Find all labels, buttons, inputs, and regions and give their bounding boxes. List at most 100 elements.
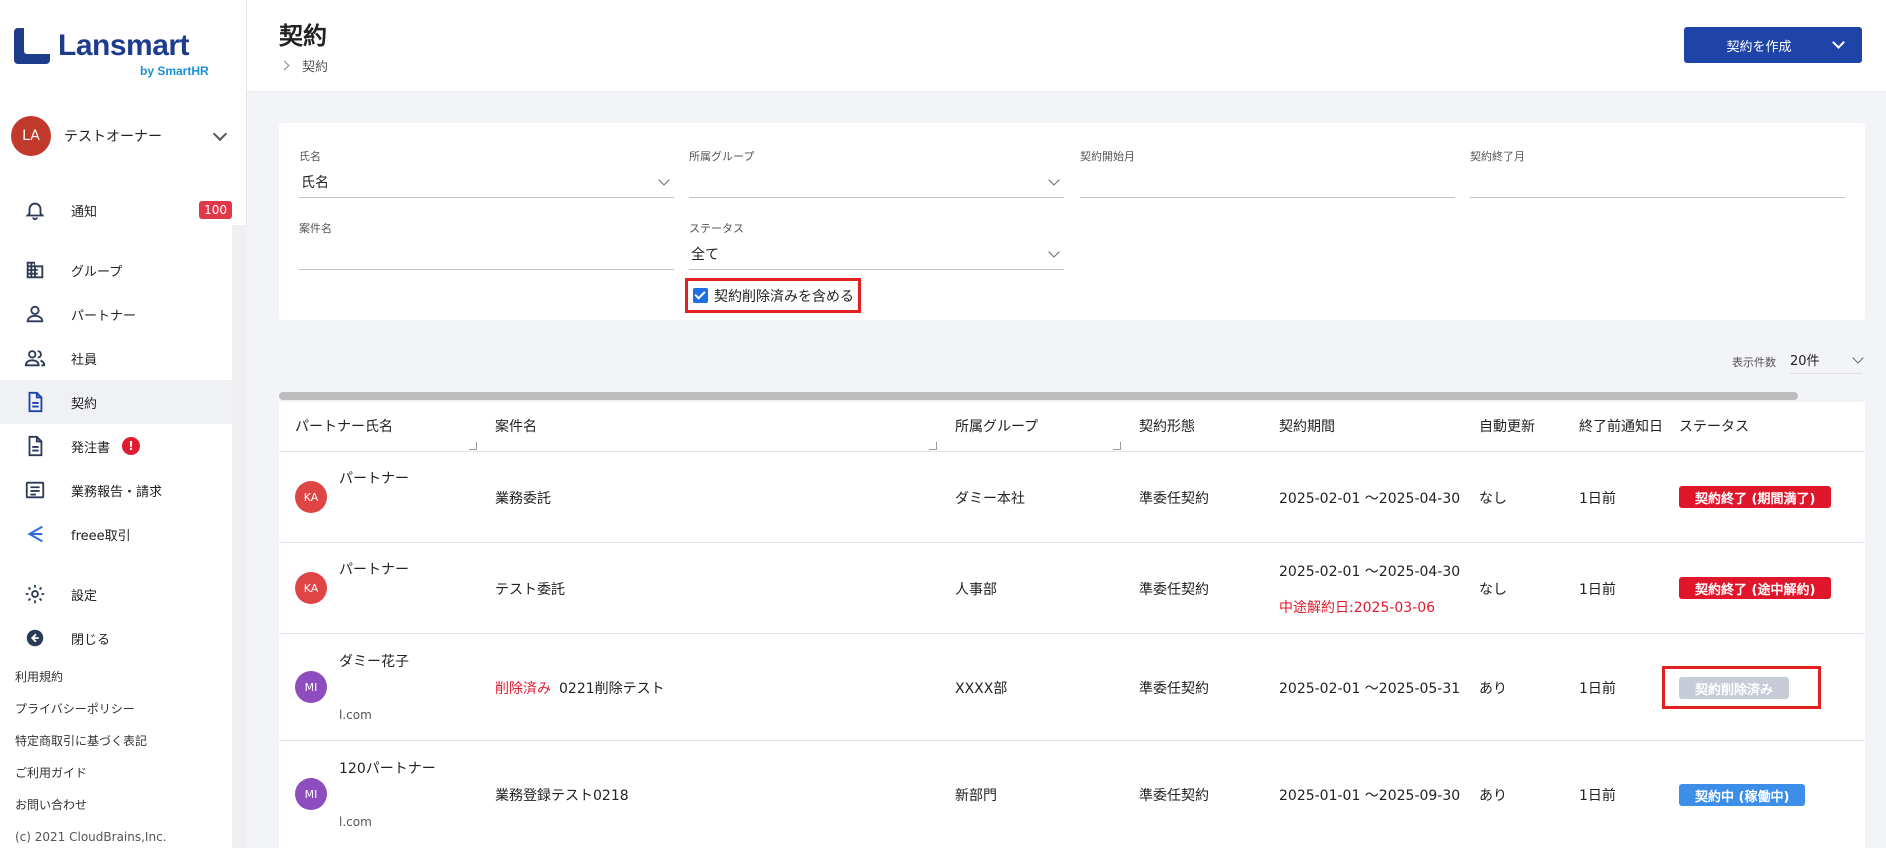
end-month-filter[interactable]: 契約終了月 bbox=[1470, 148, 1845, 198]
group-name: ダミー本社 bbox=[955, 491, 1025, 507]
chevron-down-icon[interactable] bbox=[1832, 36, 1845, 49]
status-filter[interactable]: ステータス 全て bbox=[689, 220, 1064, 270]
group-select[interactable] bbox=[689, 166, 1064, 198]
footer-link-contact[interactable]: お問い合わせ bbox=[15, 796, 147, 828]
include-deleted-checkbox[interactable]: 契約削除済みを含める bbox=[685, 278, 861, 313]
sidebar-item-label: 発注書 bbox=[71, 440, 111, 456]
sidebar-nav: 通知 100 グループ パートナー 社員 契約 発注書 ! 業務報告・請求 fr… bbox=[0, 188, 232, 660]
sidebar-item-label: freee取引 bbox=[71, 528, 131, 544]
include-deleted-label: 契約削除済みを含める bbox=[714, 288, 854, 305]
sidebar-item-label: 設定 bbox=[71, 588, 98, 604]
page-header: 契約 契約 契約を作成 bbox=[247, 0, 1886, 92]
column-header-period[interactable]: 契約期間 bbox=[1279, 416, 1335, 436]
sidebar-item-partners[interactable]: パートナー bbox=[0, 292, 232, 336]
partner-name[interactable]: パートナー bbox=[339, 559, 409, 579]
sidebar-item-reports[interactable]: 業務報告・請求 bbox=[0, 468, 232, 512]
sidebar-item-employees[interactable]: 社員 bbox=[0, 336, 232, 380]
partner-email: l.com bbox=[339, 708, 372, 722]
sidebar-item-notifications[interactable]: 通知 100 bbox=[0, 188, 232, 232]
notice-day: 1日前 bbox=[1579, 491, 1616, 507]
start-month-input[interactable] bbox=[1080, 166, 1455, 198]
table-row[interactable]: KA パートナー 業務委託 ダミー本社 準委任契約 2025-02-01 〜20… bbox=[279, 452, 1865, 543]
sidebar-item-close[interactable]: 閉じる bbox=[0, 616, 232, 660]
avatar: KA bbox=[295, 481, 327, 513]
lansmart-logo[interactable]: Lansmart bbox=[14, 28, 190, 64]
gear-icon bbox=[24, 583, 46, 605]
project-name[interactable]: 業務登録テスト0218 bbox=[495, 785, 629, 805]
project-input[interactable] bbox=[299, 238, 674, 270]
create-contract-button[interactable]: 契約を作成 bbox=[1684, 27, 1862, 63]
chevron-down-icon[interactable] bbox=[212, 126, 228, 142]
table-row[interactable]: MI ダミー花子 l.com 削除済み 0221削除テスト XXXX部 準委任契… bbox=[279, 634, 1865, 741]
sidebar-item-label: 通知 bbox=[71, 204, 98, 220]
column-resize-handle[interactable] bbox=[1113, 442, 1121, 450]
person-icon bbox=[24, 303, 46, 325]
auto-renew: あり bbox=[1479, 681, 1507, 697]
table-horizontal-scrollbar[interactable] bbox=[279, 392, 1798, 400]
freee-icon bbox=[24, 523, 46, 545]
sidebar-item-label: パートナー bbox=[71, 308, 137, 324]
footer-link-commerce[interactable]: 特定商取引に基づく表記 bbox=[15, 732, 147, 764]
project-filter[interactable]: 案件名 bbox=[299, 220, 674, 270]
column-resize-handle[interactable] bbox=[469, 442, 477, 450]
name-filter[interactable]: 氏名 氏名 bbox=[299, 148, 674, 198]
status-badge: 契約削除済み bbox=[1679, 677, 1790, 699]
partner-name[interactable]: 120パートナー bbox=[339, 758, 436, 778]
partner-name[interactable]: パートナー bbox=[339, 468, 409, 488]
partner-email: l.com bbox=[339, 815, 372, 829]
group-filter[interactable]: 所属グループ bbox=[689, 148, 1064, 198]
status-select[interactable]: 全て bbox=[689, 238, 1064, 270]
column-header-status[interactable]: ステータス bbox=[1679, 416, 1749, 436]
contract-type: 準委任契約 bbox=[1139, 788, 1209, 804]
column-header-notice[interactable]: 終了前通知日 bbox=[1579, 416, 1663, 436]
per-page-control[interactable]: 表示件数 20件 bbox=[1732, 350, 1864, 374]
name-select[interactable]: 氏名 bbox=[299, 166, 674, 198]
table-row[interactable]: MI 120パートナー l.com 業務登録テスト0218 新部門 準委任契約 … bbox=[279, 741, 1865, 848]
auto-renew: なし bbox=[1479, 582, 1507, 598]
chevron-right-icon bbox=[279, 60, 290, 71]
footer-link-guide[interactable]: ご利用ガイド bbox=[15, 764, 147, 796]
partner-name[interactable]: ダミー花子 bbox=[339, 651, 409, 671]
column-header-auto-renew[interactable]: 自動更新 bbox=[1479, 416, 1535, 436]
notification-count-badge: 100 bbox=[199, 201, 232, 219]
sidebar-item-orders[interactable]: 発注書 ! bbox=[0, 424, 232, 468]
per-page-select[interactable]: 20件 bbox=[1790, 350, 1864, 374]
chevron-down-icon bbox=[1048, 173, 1060, 186]
project-name[interactable]: テスト委託 bbox=[495, 579, 565, 599]
people-icon bbox=[24, 347, 46, 369]
column-header-type[interactable]: 契約形態 bbox=[1139, 416, 1195, 436]
sidebar-item-settings[interactable]: 設定 bbox=[0, 572, 232, 616]
name-select-value: 氏名 bbox=[301, 174, 329, 191]
alert-icon: ! bbox=[122, 437, 141, 455]
user-menu[interactable]: LA テストオーナー bbox=[11, 116, 233, 156]
column-header-project[interactable]: 案件名 bbox=[495, 416, 537, 436]
contract-type: 準委任契約 bbox=[1139, 681, 1209, 697]
auto-renew: あり bbox=[1479, 788, 1507, 804]
footer-link-terms[interactable]: 利用規約 bbox=[15, 668, 147, 700]
early-termination-date: 中途解約日:2025-03-06 bbox=[1279, 600, 1436, 616]
sidebar-item-freee[interactable]: freee取引 bbox=[0, 512, 232, 556]
checkbox-checked-icon[interactable] bbox=[693, 288, 708, 303]
start-month-filter[interactable]: 契約開始月 bbox=[1080, 148, 1455, 198]
notice-day: 1日前 bbox=[1579, 582, 1616, 598]
project-name[interactable]: 業務委託 bbox=[495, 488, 551, 508]
building-icon bbox=[24, 259, 46, 281]
table-header: パートナー氏名 案件名 所属グループ 契約形態 契約期間 自動更新 終了前通知日… bbox=[279, 402, 1865, 452]
document-icon bbox=[24, 391, 46, 413]
footer-link-privacy[interactable]: プライバシーポリシー bbox=[15, 700, 147, 732]
column-header-partner[interactable]: パートナー氏名 bbox=[295, 416, 393, 436]
project-name[interactable]: 0221削除テスト bbox=[559, 678, 665, 698]
project-filter-label: 案件名 bbox=[299, 222, 332, 235]
sidebar-item-groups[interactable]: グループ bbox=[0, 248, 232, 292]
sidebar-item-label: 社員 bbox=[71, 352, 98, 368]
sidebar-scrollbar[interactable] bbox=[232, 225, 247, 848]
name-filter-label: 氏名 bbox=[299, 150, 321, 163]
contract-type: 準委任契約 bbox=[1139, 582, 1209, 598]
breadcrumb-item[interactable]: 契約 bbox=[302, 56, 328, 75]
column-header-group[interactable]: 所属グループ bbox=[955, 416, 1038, 436]
column-resize-handle[interactable] bbox=[929, 442, 937, 450]
end-month-input[interactable] bbox=[1470, 166, 1845, 198]
per-page-label: 表示件数 bbox=[1732, 356, 1776, 369]
table-row[interactable]: KA パートナー テスト委託 人事部 準委任契約 2025-02-01 〜202… bbox=[279, 543, 1865, 634]
sidebar-item-contracts[interactable]: 契約 bbox=[0, 380, 232, 424]
